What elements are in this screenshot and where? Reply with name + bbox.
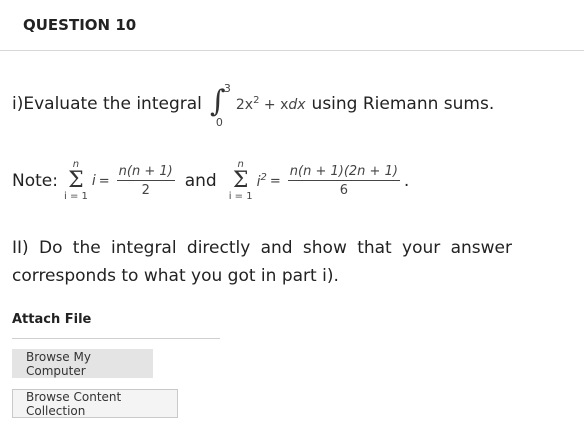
- fraction-2-denominator: 6: [339, 183, 348, 198]
- fraction-2: n(n + 1)(2n + 1) 6: [287, 164, 400, 198]
- note-formulas: Note: n Σ i = 1 i = n(n + 1) 2 and n Σ i…: [12, 155, 409, 207]
- sum-2-term: i2: [257, 172, 267, 190]
- attach-divider: [12, 338, 220, 339]
- sigma-icon: Σ: [68, 168, 84, 193]
- integrand-rest: + x: [259, 97, 289, 113]
- attach-file-label: Attach File: [12, 312, 92, 327]
- integrand-differential: dx: [288, 97, 306, 113]
- fraction-1: n(n + 1) 2: [116, 164, 175, 198]
- part-i-prefix: i)Evaluate the integral: [12, 94, 202, 114]
- note-label: Note:: [12, 171, 58, 191]
- integral-expression: ∫ 3 0: [210, 82, 231, 129]
- part-ii-prompt: II) Do the integral directly and show th…: [12, 238, 512, 286]
- note-end-period: .: [403, 171, 410, 191]
- question-title: QUESTION 10: [23, 16, 137, 34]
- integrand: 2x2 + xdx: [236, 95, 306, 113]
- summation-1: n Σ i = 1: [64, 160, 88, 202]
- browse-content-collection-button[interactable]: Browse Content Collection: [12, 389, 178, 418]
- part-i-suffix: using Riemann sums.: [311, 94, 495, 114]
- sum-2-lower: i = 1: [228, 191, 253, 202]
- fraction-2-numerator: n(n + 1)(2n + 1): [287, 164, 400, 181]
- integral-upper-limit: 3: [223, 82, 231, 95]
- sum-1-lower: i = 1: [63, 191, 88, 202]
- equals-sign: =: [98, 173, 110, 189]
- integrand-term: 2x: [235, 97, 254, 113]
- equals-sign: =: [269, 173, 281, 189]
- summation-2: n Σ i = 1: [229, 160, 253, 202]
- sigma-icon: Σ: [232, 168, 249, 193]
- sum-2-exponent: 2: [260, 172, 267, 183]
- integral-lower-limit: 0: [215, 116, 223, 129]
- header-divider: [0, 50, 584, 51]
- browse-my-computer-button[interactable]: Browse My Computer: [12, 349, 153, 378]
- fraction-1-numerator: n(n + 1): [116, 164, 175, 181]
- note-connector: and: [184, 171, 217, 191]
- part-i-prompt: i)Evaluate the integral ∫ 3 0 2x2 + xdx …: [12, 80, 495, 129]
- fraction-1-denominator: 2: [141, 183, 150, 198]
- sum-1-term: i: [91, 173, 96, 189]
